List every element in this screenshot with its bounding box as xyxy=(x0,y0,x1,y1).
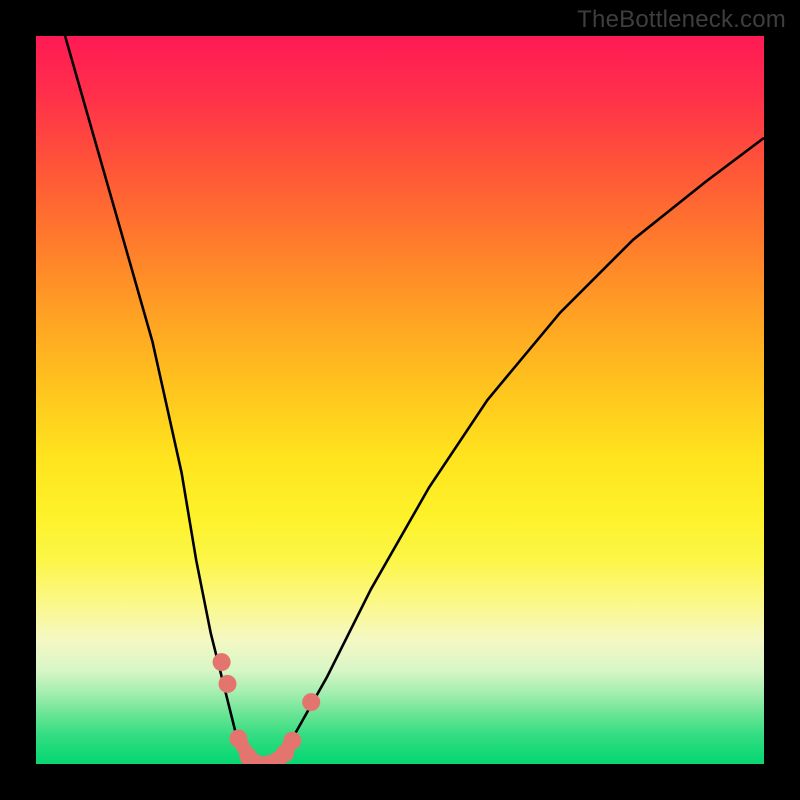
bottleneck-curve-svg xyxy=(36,36,764,764)
data-marker xyxy=(213,653,231,671)
data-marker xyxy=(219,675,237,693)
curve-left-branch xyxy=(65,36,236,735)
data-marker xyxy=(302,693,320,711)
data-marker xyxy=(283,732,301,750)
chart-plot-area xyxy=(36,36,764,764)
curve-right-branch xyxy=(294,138,764,735)
watermark-text: TheBottleneck.com xyxy=(577,6,786,34)
data-marker xyxy=(229,730,247,748)
